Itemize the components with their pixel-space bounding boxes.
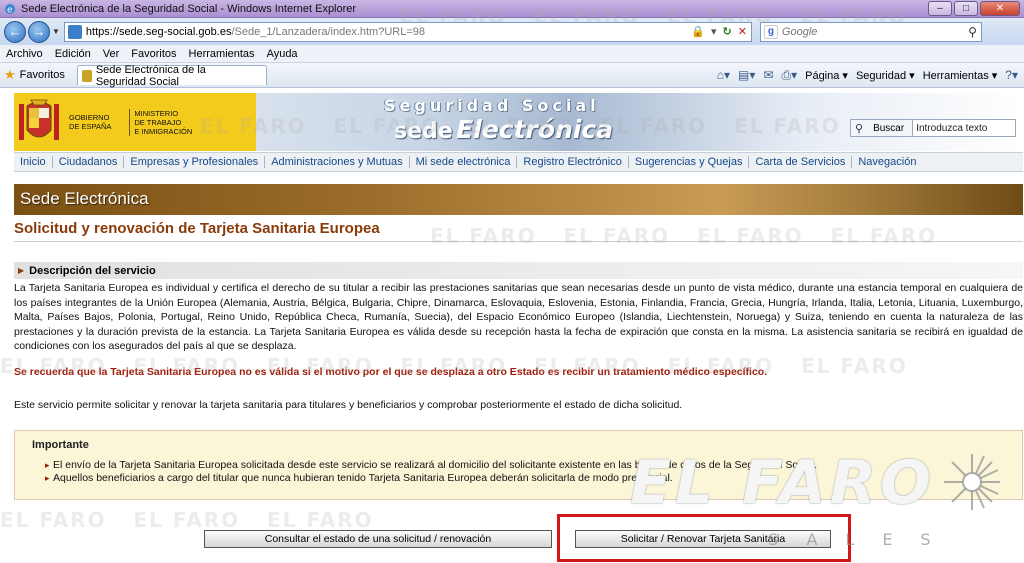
- browser-search-box[interactable]: g ⚲: [759, 21, 982, 42]
- url-field[interactable]: https://sede.seg-social.gob.es /Sede_1/L…: [63, 21, 752, 42]
- feeds-icon[interactable]: ▤▾: [738, 68, 755, 82]
- brand-sede-electronica[interactable]: sede Electrónica: [394, 115, 613, 144]
- search-button[interactable]: ⚲ Buscar: [850, 119, 914, 137]
- menu-archivo[interactable]: Archivo: [6, 48, 43, 60]
- government-text: GOBIERNO DE ESPAÑA: [69, 113, 112, 131]
- window-titlebar: e Sede Electrónica de la Seguridad Socia…: [0, 0, 1024, 18]
- menu-bar: Archivo Edición Ver Favoritos Herramient…: [0, 45, 1024, 63]
- brand-seguridad-social: Seguridad Social: [384, 96, 600, 115]
- help-icon[interactable]: ?▾: [1005, 68, 1018, 82]
- important-list: El envío de la Tarjeta Sanitaria Europea…: [45, 459, 817, 484]
- browser-tab[interactable]: Sede Electrónica de la Seguridad Social: [76, 63, 267, 88]
- nav-sugerencias[interactable]: Sugerencias y Quejas: [629, 156, 750, 168]
- menu-favoritos[interactable]: Favoritos: [131, 48, 176, 60]
- search-icon[interactable]: ⚲: [968, 25, 977, 39]
- tab-favicon-icon: [81, 69, 92, 82]
- important-title: Importante: [32, 439, 89, 451]
- description-body: La Tarjeta Sanitaria Europea es individu…: [14, 282, 1023, 353]
- important-item: El envío de la Tarjeta Sanitaria Europea…: [45, 459, 817, 472]
- page-content: GOBIERNO DE ESPAÑA MINISTERIO DE TRABAJO…: [0, 88, 1024, 563]
- description-header-label: Descripción del servicio: [29, 264, 156, 277]
- site-search: ⚲ Buscar: [850, 119, 1017, 137]
- search-icon: ⚲: [855, 122, 864, 135]
- nav-administraciones[interactable]: Administraciones y Mutuas: [265, 156, 410, 168]
- nav-carta-servicios[interactable]: Carta de Servicios: [749, 156, 853, 168]
- menu-pagina[interactable]: Página ▾: [805, 69, 848, 82]
- menu-herramientas[interactable]: Herramientas: [189, 48, 255, 60]
- nav-navegacion[interactable]: Navegación: [852, 156, 922, 168]
- window-title: Sede Electrónica de la Seguridad Social …: [21, 2, 357, 15]
- svg-text:e: e: [7, 5, 13, 15]
- mail-icon[interactable]: ✉: [763, 68, 773, 82]
- service-note: Este servicio permite solicitar y renova…: [14, 399, 683, 411]
- stop-icon[interactable]: ✕: [738, 25, 747, 38]
- google-icon: g: [763, 24, 778, 39]
- main-navigation: Inicio Ciudadanos Empresas y Profesional…: [14, 152, 1023, 172]
- page-title: Solicitud y renovación de Tarjeta Sanita…: [14, 220, 380, 237]
- section-banner: Sede Electrónica: [14, 184, 1023, 215]
- title-divider: [14, 241, 1023, 242]
- forward-icon[interactable]: →: [28, 20, 50, 43]
- description-header[interactable]: ▶ Descripción del servicio: [14, 262, 1023, 279]
- site-favicon-icon: [67, 24, 82, 39]
- nav-registro[interactable]: Registro Electrónico: [517, 156, 629, 168]
- highlight-frame: [557, 514, 851, 562]
- coat-of-arms-icon: [19, 99, 59, 140]
- print-icon[interactable]: ⎙▾: [781, 68, 797, 83]
- url-dropdown-icon[interactable]: ▾: [711, 25, 717, 38]
- important-item: Aquellos beneficiarios a cargo del titul…: [45, 472, 817, 485]
- warning-text: Se recuerda que la Tarjeta Sanitaria Eur…: [14, 366, 768, 378]
- home-icon[interactable]: ⌂▾: [717, 68, 730, 82]
- tab-title: Sede Electrónica de la Seguridad Social: [95, 63, 206, 88]
- menu-ver[interactable]: Ver: [103, 48, 120, 60]
- triangle-right-icon: ▶: [18, 266, 25, 275]
- history-dropdown-icon[interactable]: ▼: [52, 27, 60, 36]
- back-icon[interactable]: ←: [4, 20, 26, 43]
- section-banner-title: Sede Electrónica: [20, 189, 149, 208]
- site-search-input[interactable]: [913, 119, 1017, 137]
- address-bar: ← → ▼ https://sede.seg-social.gob.es /Se…: [0, 18, 1024, 45]
- close-button[interactable]: ✕: [980, 1, 1020, 16]
- menu-herramientas-cmd[interactable]: Herramientas ▾: [923, 69, 998, 82]
- important-box: Importante El envío de la Tarjeta Sanita…: [14, 430, 1023, 500]
- favorites-bar: ★ Favoritos Sede Electrónica de la Segur…: [0, 63, 1024, 88]
- refresh-icon[interactable]: ↻: [722, 25, 731, 38]
- nav-inicio[interactable]: Inicio: [14, 156, 53, 168]
- nav-empresas[interactable]: Empresas y Profesionales: [124, 156, 266, 168]
- favorites-button[interactable]: Favoritos: [20, 69, 65, 81]
- minimize-button[interactable]: –: [928, 1, 952, 16]
- star-icon[interactable]: ★: [4, 67, 16, 83]
- menu-seguridad[interactable]: Seguridad ▾: [856, 69, 915, 82]
- url-path: /Sede_1/Lanzadera/index.htm?URL=98: [231, 25, 426, 38]
- nav-mi-sede[interactable]: Mi sede electrónica: [410, 156, 518, 168]
- site-header: GOBIERNO DE ESPAÑA MINISTERIO DE TRABAJO…: [14, 93, 1023, 151]
- ie-icon: e: [5, 3, 15, 15]
- menu-edicion[interactable]: Edición: [55, 48, 91, 60]
- browser-search-input[interactable]: [781, 25, 952, 38]
- lock-icon[interactable]: 🔒: [691, 25, 705, 38]
- url-domain: https://sede.seg-social.gob.es: [85, 25, 232, 38]
- ministry-text: MINISTERIO DE TRABAJO E INMIGRACIÓN: [129, 108, 192, 136]
- menu-ayuda[interactable]: Ayuda: [267, 48, 298, 60]
- maximize-button[interactable]: □: [954, 1, 978, 16]
- consult-status-button[interactable]: Consultar el estado de una solicitud / r…: [204, 530, 552, 548]
- nav-ciudadanos[interactable]: Ciudadanos: [53, 156, 125, 168]
- government-logo: GOBIERNO DE ESPAÑA MINISTERIO DE TRABAJO…: [14, 93, 256, 151]
